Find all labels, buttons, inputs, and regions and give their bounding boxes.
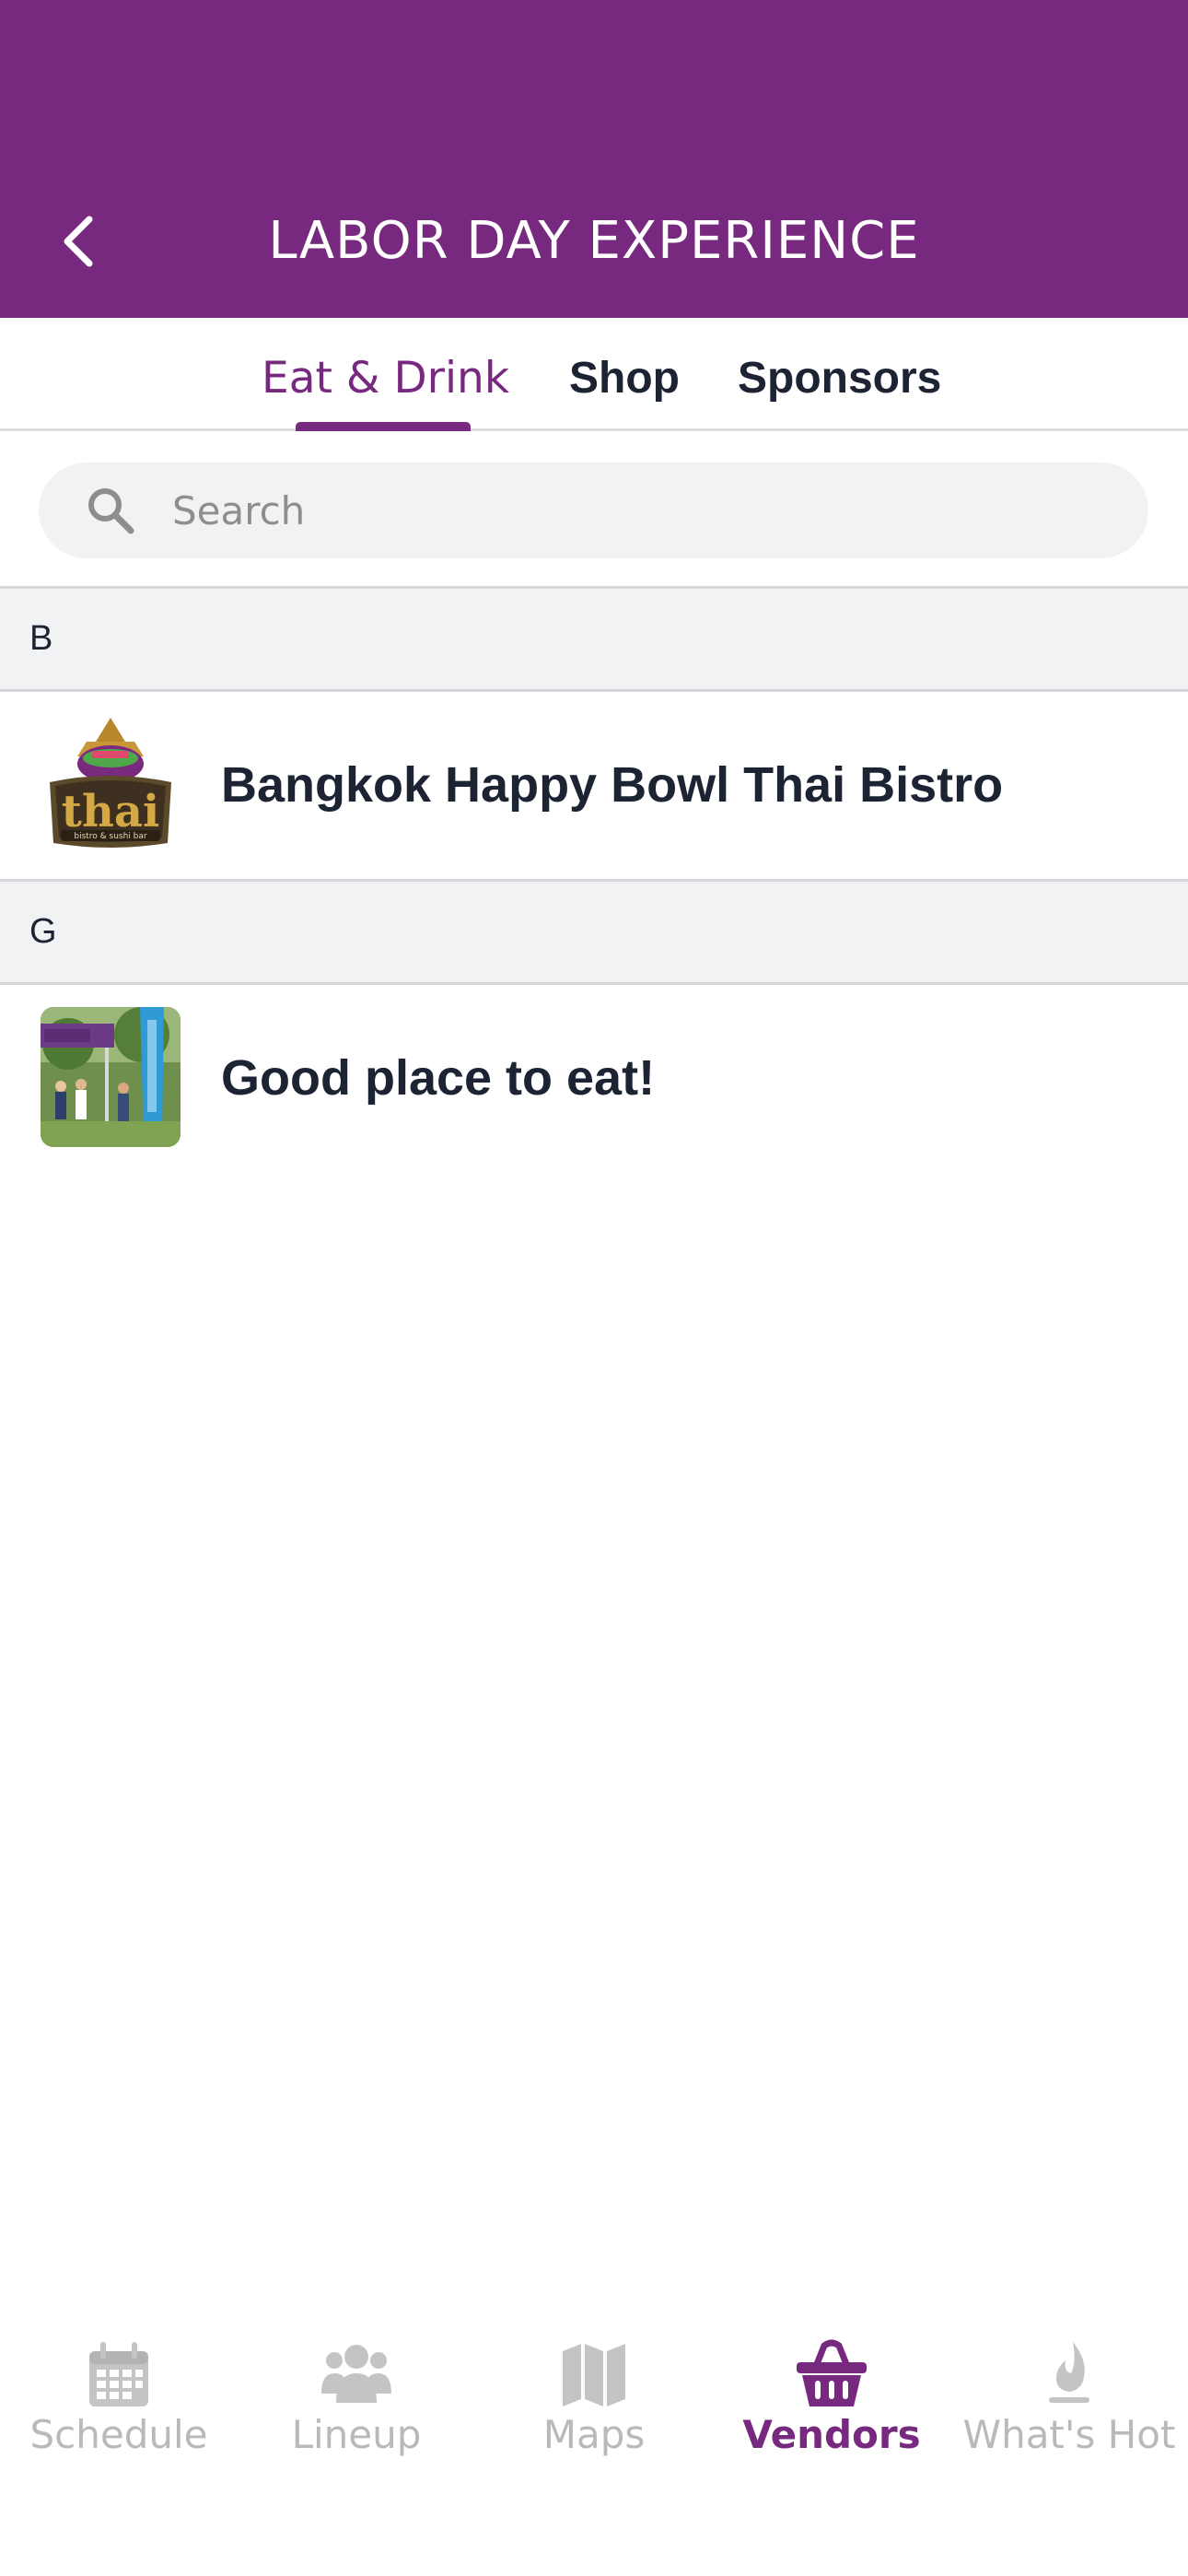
event-photo	[41, 1007, 181, 1147]
vendor-thumbnail: thai bistro & sushi bar	[41, 714, 181, 854]
section-letter: G	[29, 912, 57, 951]
calendar-icon	[89, 2342, 148, 2406]
nav-label-vendors: Vendors	[742, 2412, 921, 2457]
people-icon	[321, 2345, 391, 2403]
vendor-category-tabs: Eat & Drink Shop Sponsors	[0, 318, 1188, 431]
page-title: LABOR DAY EXPERIENCE	[268, 211, 920, 271]
nav-label-whats-hot: What's Hot	[962, 2412, 1176, 2457]
nav-label-lineup: Lineup	[291, 2412, 422, 2457]
svg-text:bistro & sushi bar: bistro & sushi bar	[74, 832, 147, 841]
flame-icon	[1049, 2342, 1089, 2403]
thai-bistro-logo: thai bistro & sushi bar	[41, 714, 181, 854]
nav-item-vendors[interactable]: Vendors	[713, 2313, 950, 2497]
vendor-row-bangkok-happy-bowl[interactable]: thai bistro & sushi bar Bangkok Happy Bo…	[0, 692, 1188, 879]
vendor-name: Bangkok Happy Bowl Thai Bistro	[221, 757, 1004, 813]
basket-icon	[797, 2339, 867, 2406]
vendor-thumbnail	[41, 1007, 181, 1147]
tab-shop[interactable]: Shop	[569, 353, 680, 404]
nav-item-schedule[interactable]: Schedule	[0, 2313, 238, 2497]
svg-text:thai: thai	[62, 786, 159, 837]
section-header-g: G	[0, 879, 1188, 985]
tab-sponsors[interactable]: Sponsors	[738, 353, 941, 404]
search-icon	[88, 488, 134, 534]
bottom-navigation: Schedule Lineup Maps Vendors What's Hot	[0, 2313, 1188, 2497]
app-header: LABOR DAY EXPERIENCE	[0, 0, 1188, 318]
section-letter: B	[29, 619, 53, 658]
tab-eat-and-drink[interactable]: Eat & Drink	[262, 353, 509, 404]
nav-label-maps: Maps	[542, 2412, 646, 2457]
vendor-row-good-place-to-eat[interactable]: Good place to eat!	[0, 985, 1188, 1172]
nav-item-maps[interactable]: Maps	[475, 2313, 713, 2497]
section-header-b: B	[0, 586, 1188, 692]
search-bar[interactable]	[39, 463, 1148, 558]
nav-label-schedule: Schedule	[29, 2412, 208, 2457]
vendor-name: Good place to eat!	[221, 1050, 656, 1106]
active-tab-indicator	[296, 422, 471, 431]
map-icon	[563, 2344, 625, 2406]
nav-item-whats-hot[interactable]: What's Hot	[950, 2313, 1188, 2497]
nav-item-lineup[interactable]: Lineup	[238, 2313, 475, 2497]
search-input[interactable]	[172, 463, 1112, 558]
